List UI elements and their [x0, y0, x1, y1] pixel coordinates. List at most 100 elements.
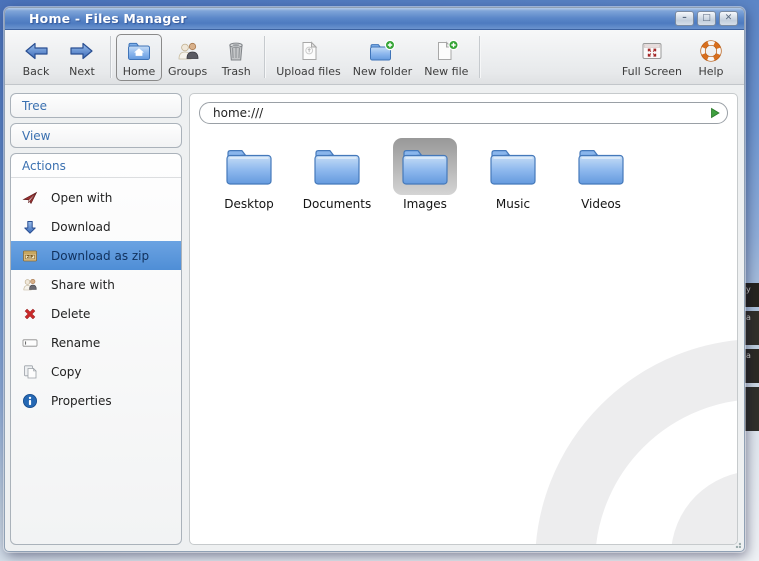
action-label: Open with: [51, 191, 112, 205]
action-download[interactable]: Download: [11, 212, 181, 241]
folder-icon: [481, 138, 545, 195]
close-button[interactable]: ✕: [719, 11, 738, 26]
view-panel-header[interactable]: View: [11, 124, 181, 147]
folder-icon: [569, 138, 633, 195]
full-screen-button[interactable]: Full Screen: [616, 34, 688, 81]
groups-people-icon: [174, 37, 202, 63]
sidebar: Tree View Actions Open with: [10, 93, 182, 545]
new-file-button[interactable]: New file: [418, 34, 474, 81]
copy-pages-icon: [22, 364, 38, 380]
home-button[interactable]: Home: [116, 34, 162, 81]
new-file-label: New file: [424, 65, 468, 78]
desktop-icon-label-fragment: [745, 387, 759, 431]
window-content: Tree View Actions Open with: [5, 85, 744, 551]
action-rename[interactable]: Rename: [11, 328, 181, 357]
action-share-with[interactable]: Share with: [11, 270, 181, 299]
home-folder-icon: [125, 37, 153, 63]
rename-field-icon: [22, 335, 38, 351]
zip-archive-icon: ZIP: [22, 248, 38, 264]
help-lifebuoy-icon: [697, 37, 725, 63]
action-label: Properties: [51, 394, 112, 408]
action-delete[interactable]: Delete: [11, 299, 181, 328]
folder-label: Music: [496, 197, 530, 211]
folder-images[interactable]: Images: [389, 138, 461, 211]
new-folder-label: New folder: [353, 65, 412, 78]
folder-label: Documents: [303, 197, 371, 211]
new-file-plus-icon: [431, 37, 461, 63]
toolbar: Back Next Home: [5, 30, 744, 85]
file-view-panel: Desktop Documents: [189, 93, 738, 545]
folder-icon: [217, 138, 281, 195]
resize-grip[interactable]: [733, 540, 741, 548]
view-panel[interactable]: View: [10, 123, 182, 148]
open-with-plane-icon: [22, 190, 38, 206]
tree-panel-header[interactable]: Tree: [11, 94, 181, 117]
desktop-icon-label-fragment: a: [745, 311, 759, 345]
go-button[interactable]: [707, 105, 723, 121]
maximize-button[interactable]: □: [697, 11, 716, 26]
folder-desktop[interactable]: Desktop: [213, 138, 285, 211]
desktop-icon-label-fragment: a: [745, 349, 759, 383]
download-arrow-icon: [22, 219, 38, 235]
toolbar-separator: [479, 36, 480, 78]
new-folder-button[interactable]: New folder: [347, 34, 418, 81]
files-grid: Desktop Documents: [190, 124, 737, 211]
folder-documents[interactable]: Documents: [301, 138, 373, 211]
toolbar-separator: [264, 36, 265, 78]
folder-videos[interactable]: Videos: [565, 138, 637, 211]
files-manager-window: Home - Files Manager – □ ✕ Back Next: [4, 7, 745, 552]
info-circle-icon: [22, 393, 38, 409]
next-button[interactable]: Next: [59, 34, 105, 81]
action-label: Download: [51, 220, 111, 234]
home-label: Home: [123, 65, 155, 78]
groups-label: Groups: [168, 65, 207, 78]
window-title: Home - Files Manager: [11, 11, 187, 26]
folder-icon: [393, 138, 457, 195]
actions-panel: Actions Open with: [10, 153, 182, 545]
folder-icon: [305, 138, 369, 195]
back-button[interactable]: Back: [13, 34, 59, 81]
toolbar-separator: [110, 36, 111, 78]
next-label: Next: [69, 65, 95, 78]
new-folder-plus-icon: [367, 37, 397, 63]
folder-label: Desktop: [224, 197, 274, 211]
folder-label: Videos: [581, 197, 621, 211]
action-label: Delete: [51, 307, 90, 321]
address-bar: [199, 102, 728, 124]
full-screen-label: Full Screen: [622, 65, 682, 78]
delete-cross-icon: [22, 306, 38, 322]
folder-label: Images: [403, 197, 447, 211]
desktop-icon-label-fragment: y: [745, 283, 759, 307]
groups-button[interactable]: Groups: [162, 34, 213, 81]
next-arrow-icon: [68, 37, 96, 63]
svg-text:ZIP: ZIP: [27, 255, 34, 259]
actions-list: Open with Download: [11, 178, 181, 415]
upload-files-label: Upload files: [276, 65, 341, 78]
action-label: Copy: [51, 365, 81, 379]
address-input[interactable]: [199, 102, 728, 124]
window-controls: – □ ✕: [675, 11, 738, 26]
action-label: Download as zip: [51, 249, 149, 263]
back-label: Back: [23, 65, 50, 78]
trash-label: Trash: [222, 65, 251, 78]
trash-button[interactable]: Trash: [213, 34, 259, 81]
tree-panel[interactable]: Tree: [10, 93, 182, 118]
help-button[interactable]: Help: [688, 34, 734, 81]
action-download-as-zip[interactable]: ZIP Download as zip: [11, 241, 181, 270]
help-label: Help: [698, 65, 723, 78]
action-open-with[interactable]: Open with: [11, 183, 181, 212]
action-label: Rename: [51, 336, 100, 350]
action-copy[interactable]: Copy: [11, 357, 181, 386]
action-properties[interactable]: Properties: [11, 386, 181, 415]
go-arrow-icon: [707, 105, 723, 121]
minimize-button[interactable]: –: [675, 11, 694, 26]
actions-panel-header[interactable]: Actions: [11, 154, 181, 178]
back-arrow-icon: [22, 37, 50, 63]
upload-document-icon: [295, 37, 323, 63]
action-label: Share with: [51, 278, 115, 292]
fullscreen-arrows-icon: [638, 37, 666, 63]
upload-files-button[interactable]: Upload files: [270, 34, 347, 81]
titlebar[interactable]: Home - Files Manager – □ ✕: [5, 8, 744, 30]
trash-can-icon: [222, 37, 250, 63]
folder-music[interactable]: Music: [477, 138, 549, 211]
